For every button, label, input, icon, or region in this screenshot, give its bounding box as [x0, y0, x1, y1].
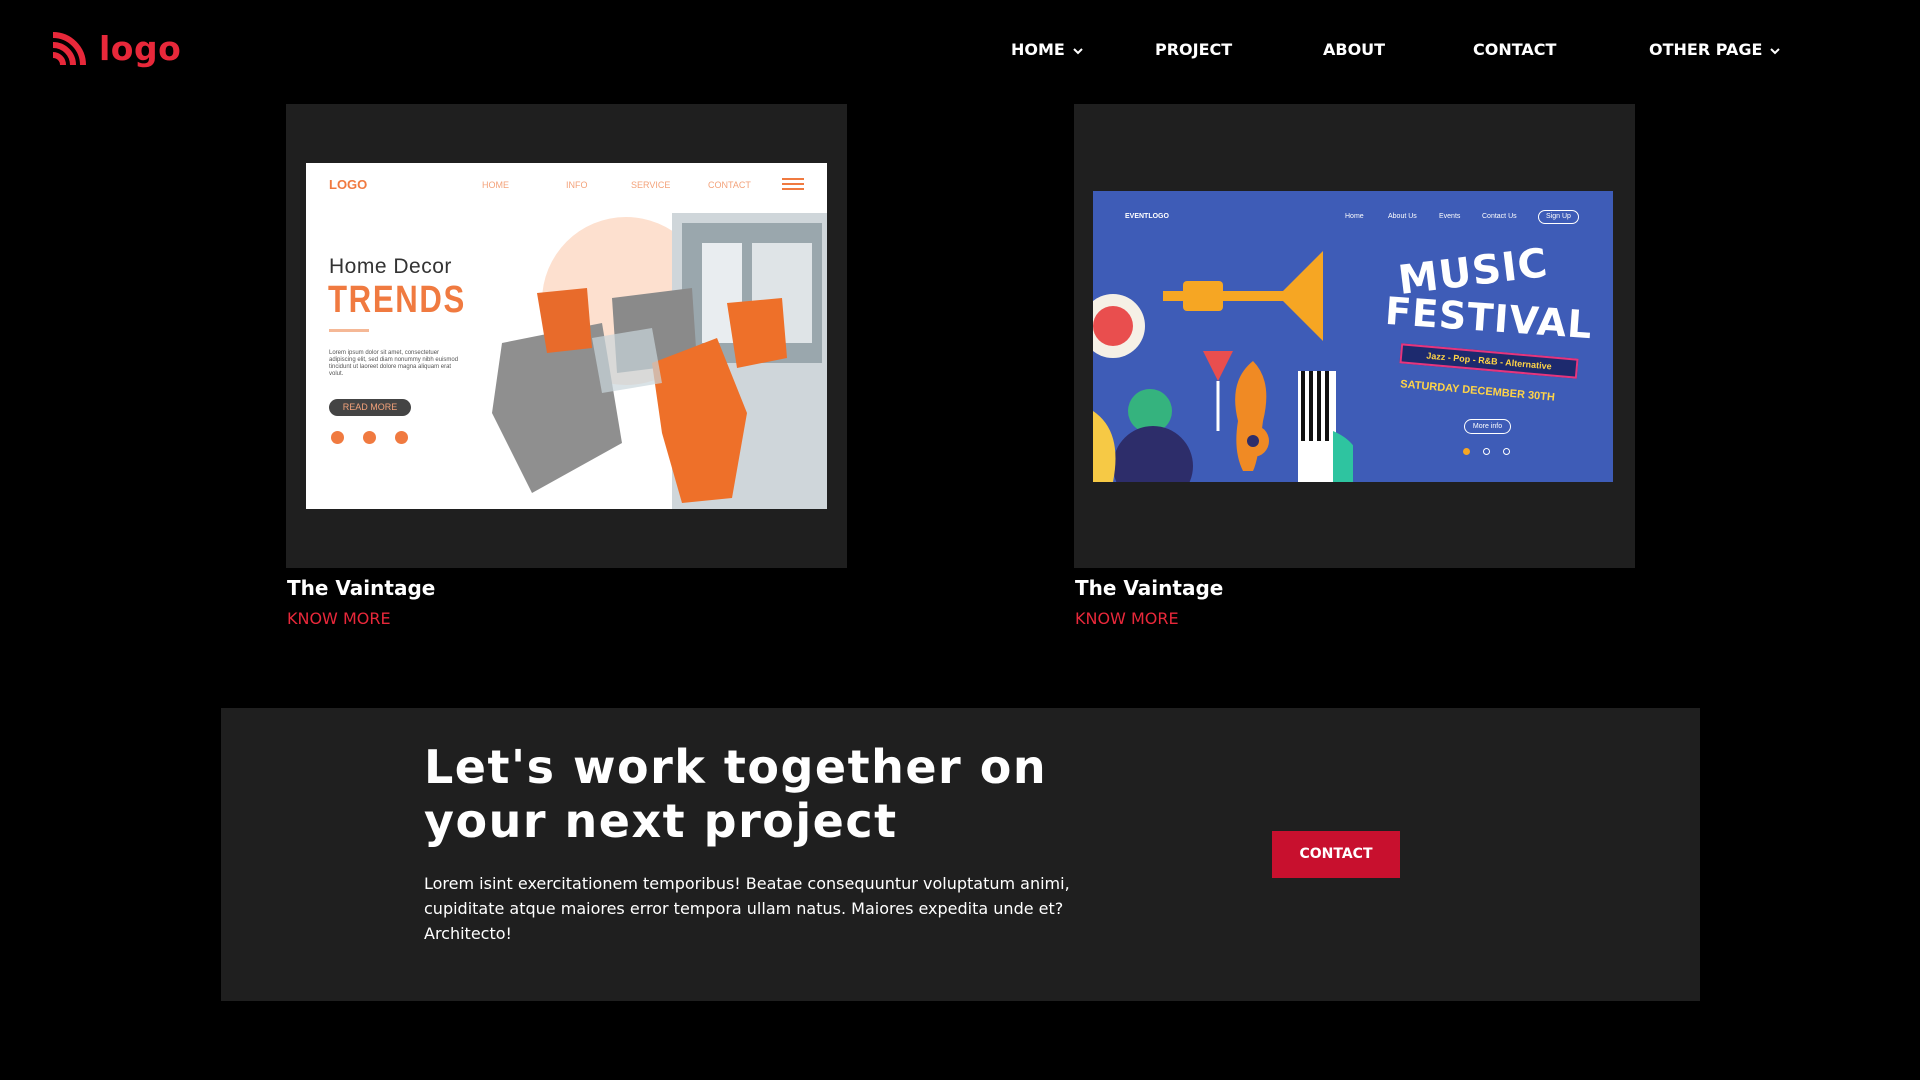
project-card: EVENTLOGO Home About Us Events Contact U…	[1074, 104, 1635, 628]
cta-text: Lorem isint exercitationem temporibus! B…	[424, 874, 1070, 943]
twitter-icon	[363, 431, 376, 444]
furniture-illustration	[492, 213, 827, 509]
nav-project-label: PROJECT	[1155, 40, 1233, 59]
mockup-read-more-button: READ MORE	[329, 399, 411, 416]
facebook-icon	[331, 431, 344, 444]
nav-other-page[interactable]: OTHER PAGE	[1649, 40, 1781, 59]
mockup-nav-item: INFO	[566, 180, 588, 190]
project-image-frame[interactable]: LOGO HOME INFO SERVICE CONTACT Home Deco…	[286, 104, 847, 568]
instagram-icon	[395, 431, 408, 444]
mockup-subheading: TRENDS	[328, 279, 466, 321]
divider	[329, 329, 369, 332]
mockup-heading: Home Decor	[329, 255, 452, 278]
carousel-dot	[1463, 448, 1470, 455]
mockup-logo: LOGO	[329, 177, 368, 192]
project-title: The Vaintage	[287, 576, 436, 600]
nav-other-page-label: OTHER PAGE	[1649, 40, 1763, 59]
chevron-down-icon	[1770, 40, 1781, 59]
site-header: logo HOME PROJECT ABOUT CONTACT OTHER PA…	[0, 0, 1920, 100]
mockup-nav-item: Events	[1439, 213, 1461, 220]
menu-icon	[782, 178, 804, 193]
nav-project[interactable]: PROJECT	[1155, 40, 1232, 59]
nav-about[interactable]: ABOUT	[1323, 40, 1385, 59]
contact-button[interactable]: CONTACT	[1272, 831, 1400, 878]
chevron-down-icon	[1073, 40, 1083, 59]
project-image-frame[interactable]: EVENTLOGO Home About Us Events Contact U…	[1074, 104, 1635, 568]
cta-banner: Let's work together on your next project…	[221, 708, 1700, 1001]
mockup-logo: EVENTLOGO	[1125, 213, 1169, 220]
project-title: The Vaintage	[1075, 576, 1224, 600]
mockup-nav-item: Home	[1345, 213, 1364, 220]
cta-title: Let's work together on your next project	[424, 740, 1048, 848]
mockup-nav-item: About Us	[1388, 213, 1417, 220]
festival-date: SATURDAY DECEMBER 30TH	[1399, 378, 1556, 404]
home-decor-mockup: LOGO HOME INFO SERVICE CONTACT Home Deco…	[306, 163, 827, 509]
logo-icon	[49, 27, 91, 69]
nav-contact[interactable]: CONTACT	[1473, 40, 1556, 59]
project-card: LOGO HOME INFO SERVICE CONTACT Home Deco…	[286, 104, 847, 628]
know-more-link[interactable]: KNOW MORE	[1075, 609, 1179, 628]
logo-text: logo	[99, 28, 182, 68]
nav-home[interactable]: HOME	[1011, 40, 1083, 59]
mockup-signup-button: Sign Up	[1538, 210, 1579, 224]
mockup-nav-item: SERVICE	[631, 180, 671, 190]
mockup-nav-item: HOME	[482, 180, 509, 190]
mockup-more-info-button: More info	[1464, 419, 1511, 434]
music-festival-mockup: EVENTLOGO Home About Us Events Contact U…	[1093, 191, 1613, 482]
nav-contact-label: CONTACT	[1473, 40, 1557, 59]
nav-about-label: ABOUT	[1323, 40, 1386, 59]
genre-banner: Jazz - Pop - R&B - Alternative	[1399, 343, 1579, 379]
carousel-dot	[1503, 448, 1510, 455]
nav-home-label: HOME	[1011, 40, 1065, 59]
festival-title-line2: FESTIVAL	[1383, 288, 1595, 348]
mockup-nav-item: CONTACT	[708, 180, 751, 190]
know-more-link[interactable]: KNOW MORE	[287, 609, 391, 628]
instruments-illustration	[1093, 251, 1353, 482]
logo[interactable]: logo	[49, 27, 181, 69]
mockup-paragraph: Lorem ipsum dolor sit amet, consectetuer…	[329, 350, 459, 377]
carousel-dot	[1483, 448, 1490, 455]
mockup-nav-item: Contact Us	[1482, 213, 1517, 220]
